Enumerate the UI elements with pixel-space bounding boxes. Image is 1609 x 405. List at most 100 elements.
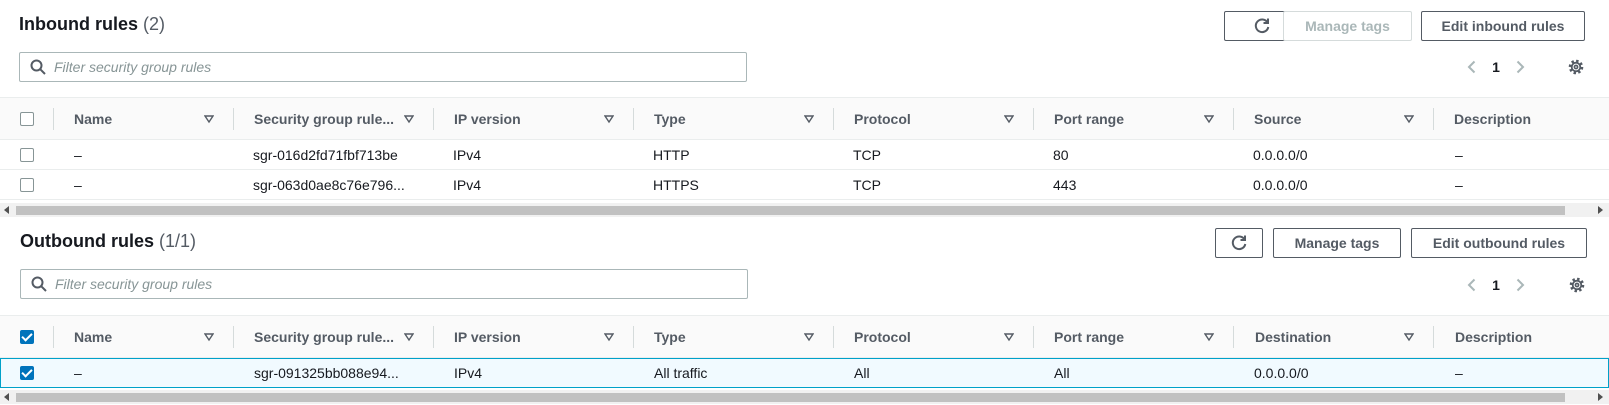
cell-ip-version: IPv4 [454,365,483,381]
sort-caret-icon[interactable] [804,114,814,124]
inbound-manage-tags-button[interactable]: Manage tags [1283,11,1412,41]
column-label: Port range [1054,110,1125,127]
scroll-right-arrow-icon[interactable] [1595,392,1605,402]
column-divider [433,326,434,348]
sort-caret-icon[interactable] [404,114,414,124]
outbound-title-text: Outbound rules [20,231,154,251]
row-checkbox[interactable] [20,148,34,162]
sort-caret-icon[interactable] [204,114,214,124]
outbound-horizontal-scrollbar[interactable] [0,390,1609,404]
inbound-col-port-range[interactable]: Port range [1054,98,1234,139]
column-label: Port range [1054,328,1125,345]
column-label: Source [1254,110,1302,127]
sort-caret-icon[interactable] [804,332,814,342]
sort-caret-icon[interactable] [1404,114,1414,124]
sort-caret-icon[interactable] [1004,332,1014,342]
search-icon [30,59,46,75]
edit-outbound-rules-label: Edit outbound rules [1432,235,1566,251]
chevron-right-icon[interactable] [1513,278,1527,292]
column-divider [1433,326,1434,348]
outbound-col-description[interactable]: Description [1455,316,1605,357]
sort-caret-icon[interactable] [204,332,214,342]
chevron-left-icon[interactable] [1465,60,1479,74]
sort-caret-icon[interactable] [1204,114,1214,124]
column-label: Type [654,328,686,345]
scroll-right-arrow-icon[interactable] [1595,205,1605,215]
table-row[interactable]: – sgr-063d0ae8c76e796... IPv4 HTTPS TCP … [0,170,1609,200]
inbound-search-input[interactable]: Filter security group rules [19,52,747,82]
inbound-pagination: 1 [1465,59,1527,75]
inbound-col-protocol[interactable]: Protocol [854,98,1034,139]
gear-icon[interactable] [1568,276,1586,294]
outbound-page-number[interactable]: 1 [1479,277,1513,293]
column-label: Security group rule... [254,110,395,127]
column-divider [53,326,54,348]
outbound-col-port-range[interactable]: Port range [1054,316,1234,357]
row-checkbox[interactable] [20,178,34,192]
outbound-search-placeholder: Filter security group rules [55,276,213,292]
inbound-col-name[interactable]: Name [74,98,224,139]
gear-icon[interactable] [1567,58,1585,76]
sort-caret-icon[interactable] [604,332,614,342]
outbound-manage-tags-button[interactable]: Manage tags [1273,228,1401,258]
sort-caret-icon[interactable] [604,114,614,124]
inbound-count: (2) [143,14,166,34]
edit-outbound-rules-button[interactable]: Edit outbound rules [1411,228,1587,258]
outbound-search-input[interactable]: Filter security group rules [20,269,748,299]
edit-inbound-rules-button[interactable]: Edit inbound rules [1421,11,1585,41]
sort-caret-icon[interactable] [1404,332,1414,342]
inbound-title-text: Inbound rules [19,14,138,34]
cell-name: – [74,176,82,193]
outbound-rules-title: Outbound rules (1/1) [20,231,196,252]
cell-type: HTTPS [653,176,699,193]
chevron-right-icon[interactable] [1513,60,1527,74]
inbound-col-type[interactable]: Type [654,98,834,139]
cell-rule-id: sgr-016d2fd71fbf713be [253,146,398,163]
outbound-refresh-button[interactable] [1215,228,1263,258]
row-checkbox[interactable] [20,366,34,380]
sort-caret-icon[interactable] [1204,332,1214,342]
column-label: IP version [454,328,521,345]
table-row[interactable]: – sgr-091325bb088e94... IPv4 All traffic… [0,358,1609,388]
refresh-icon [1231,235,1247,251]
scroll-left-arrow-icon[interactable] [2,392,12,402]
outbound-col-protocol[interactable]: Protocol [854,316,1034,357]
column-label: Protocol [854,328,911,345]
scroll-left-arrow-icon[interactable] [2,205,12,215]
column-label: Destination [1255,328,1332,345]
sort-caret-icon[interactable] [404,332,414,342]
inbound-page-number[interactable]: 1 [1479,59,1513,75]
cell-destination: 0.0.0.0/0 [1254,365,1309,381]
cell-name: – [74,365,82,381]
outbound-count: (1/1) [159,231,197,251]
scrollbar-thumb[interactable] [16,393,1565,402]
sort-caret-icon[interactable] [1004,114,1014,124]
edit-inbound-rules-label: Edit inbound rules [1441,18,1565,34]
column-divider [833,108,834,130]
inbound-col-source[interactable]: Source [1254,98,1434,139]
inbound-select-all-checkbox[interactable] [20,112,34,126]
outbound-col-ip-version[interactable]: IP version [454,316,634,357]
inbound-horizontal-scrollbar[interactable] [0,203,1609,217]
outbound-col-rule-id[interactable]: Security group rule... [254,316,434,357]
cell-source: 0.0.0.0/0 [1253,176,1308,193]
cell-port-range: 443 [1053,176,1077,193]
cell-protocol: TCP [853,146,881,163]
outbound-col-type[interactable]: Type [654,316,834,357]
cell-description: – [1455,146,1463,163]
cell-source: 0.0.0.0/0 [1253,146,1308,163]
inbound-col-ip-version[interactable]: IP version [454,98,634,139]
column-divider [1233,108,1234,130]
outbound-col-name[interactable]: Name [74,316,224,357]
outbound-col-destination[interactable]: Destination [1255,316,1435,357]
inbound-col-rule-id[interactable]: Security group rule... [254,98,434,139]
inbound-col-description[interactable]: Description [1454,98,1604,139]
table-row[interactable]: – sgr-016d2fd71fbf713be IPv4 HTTP TCP 80… [0,140,1609,170]
cell-ip-version: IPv4 [453,176,482,193]
outbound-select-all-checkbox[interactable] [20,330,34,344]
cell-port-range: All [1054,365,1070,381]
column-label: Description [1455,328,1533,345]
scrollbar-thumb[interactable] [16,206,1565,215]
refresh-icon [1254,18,1269,34]
chevron-left-icon[interactable] [1465,278,1479,292]
